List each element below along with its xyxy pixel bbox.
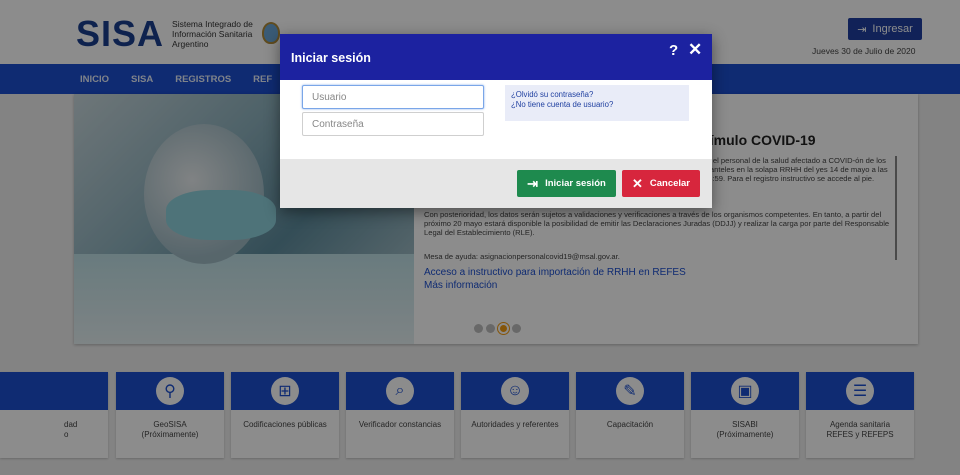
login-button-label: Iniciar sesión: [545, 178, 606, 189]
account-help-box: ¿Olvidó su contraseña? ¿No tiene cuenta …: [505, 85, 689, 121]
modal-header: Iniciar sesión ? ✕: [280, 34, 712, 80]
cancel-button-label: Cancelar: [649, 178, 691, 189]
username-input[interactable]: [302, 85, 484, 109]
register-link[interactable]: ¿No tiene cuenta de usuario?: [511, 100, 683, 110]
login-button[interactable]: ⇥ Iniciar sesión: [517, 170, 616, 197]
sign-in-icon: ⇥: [527, 176, 539, 191]
login-modal: Iniciar sesión ? ✕ ¿Olvidó su contraseña…: [280, 34, 712, 208]
close-icon[interactable]: ✕: [688, 41, 702, 59]
modal-title: Iniciar sesión: [291, 51, 371, 65]
password-input[interactable]: [302, 112, 484, 136]
cancel-button[interactable]: ✕ Cancelar: [622, 170, 700, 197]
help-icon[interactable]: ?: [669, 42, 678, 59]
close-icon: ✕: [631, 176, 643, 191]
forgot-password-link[interactable]: ¿Olvidó su contraseña?: [511, 90, 683, 100]
